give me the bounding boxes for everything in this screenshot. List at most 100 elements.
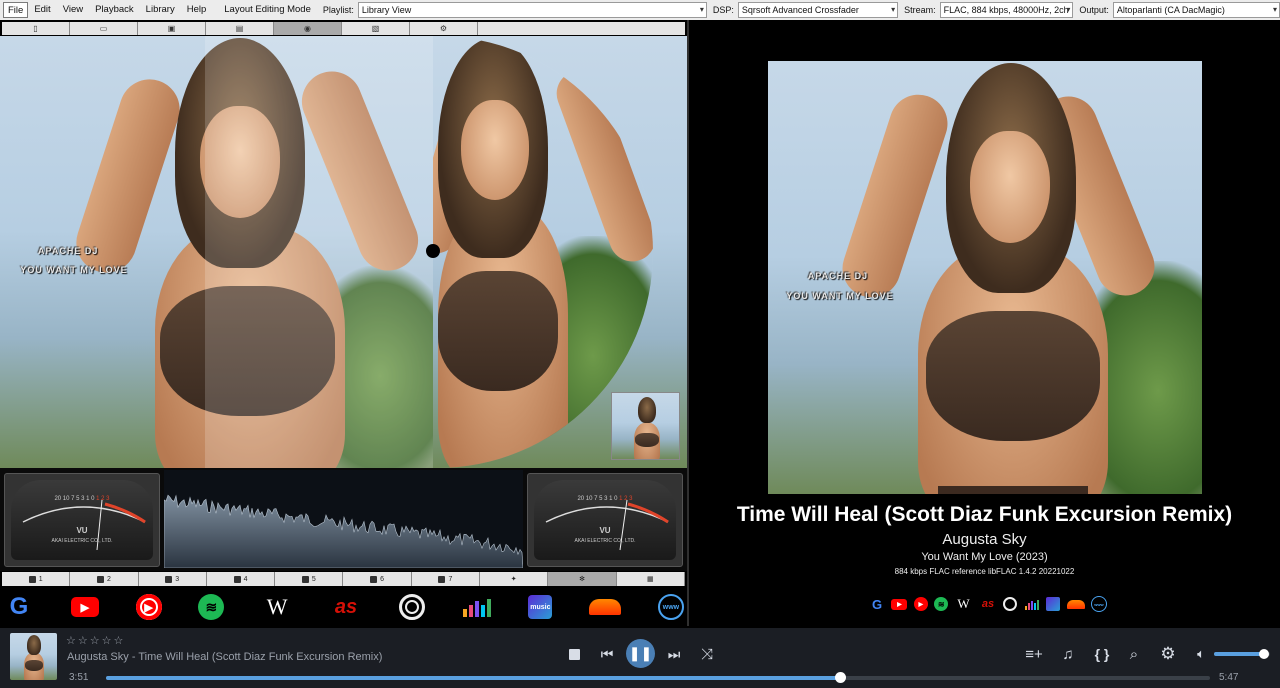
- artwork-panel: APACHE DJ YOU WANT MY LOVE: [0, 36, 687, 468]
- add-to-queue-button[interactable]: ≡+: [1023, 644, 1045, 664]
- deezer-bar: [1027, 602, 1030, 610]
- player-bar: ☆☆☆☆☆ Augusta Sky - Time Will Heal (Scot…: [0, 628, 1280, 688]
- watermark-line1: APACHE DJ: [38, 246, 99, 256]
- album-thumbnail[interactable]: [611, 392, 680, 460]
- tab-icon-7[interactable]: ⚙: [410, 22, 478, 35]
- playlist-tab-8[interactable]: ✦: [480, 572, 549, 586]
- art-watermark-line1: APACHE DJ: [807, 271, 869, 281]
- settings-button[interactable]: ⚙: [1158, 644, 1178, 664]
- snowflake-icon: ✻: [579, 576, 585, 583]
- menu-edit[interactable]: Edit: [28, 0, 56, 20]
- deezer-icon[interactable]: [1024, 599, 1040, 610]
- menu-playback[interactable]: Playback: [89, 0, 140, 20]
- soundcloud-icon[interactable]: [589, 599, 622, 615]
- stop-button[interactable]: [566, 646, 582, 662]
- calendar-icon: ▦: [647, 576, 654, 583]
- code-button[interactable]: { }: [1092, 644, 1112, 664]
- chevron-down-icon: ▾: [1272, 5, 1277, 14]
- volume-knob[interactable]: [1259, 649, 1270, 659]
- now-playing-text: Augusta Sky - Time Will Heal (Scott Diaz…: [67, 651, 383, 663]
- playlist-tab-label: 2: [106, 575, 111, 583]
- discogs-icon[interactable]: [1003, 597, 1018, 611]
- dsp-select[interactable]: Sqrsoft Advanced Crossfader ▾: [737, 2, 899, 18]
- now-playing-cover[interactable]: [10, 633, 57, 680]
- spotify-icon[interactable]: ≋: [934, 597, 949, 611]
- vu-scale-left: [22, 499, 146, 551]
- menu-view[interactable]: View: [57, 0, 89, 20]
- total-time: 5:47: [1219, 672, 1239, 683]
- deezer-bar: [1030, 600, 1033, 610]
- lastfm-icon[interactable]: as: [330, 594, 362, 620]
- youtube-icon[interactable]: ▶: [891, 598, 908, 610]
- tab-icon-1[interactable]: ▯: [2, 22, 70, 35]
- pause-button[interactable]: ❚❚: [626, 639, 655, 668]
- search-button[interactable]: ⌕: [1125, 644, 1143, 664]
- youtube-music-icon[interactable]: ▶: [135, 594, 162, 620]
- amazon-music-icon[interactable]: [1046, 597, 1061, 611]
- menu-file[interactable]: File: [3, 2, 29, 18]
- waveform-spectrum: [163, 470, 524, 569]
- rating-stars[interactable]: ☆☆☆☆☆: [66, 634, 125, 647]
- left-panel-tabs: ▯ ▭ ▣ ▤ ◉ ▧ ⚙: [2, 22, 685, 35]
- playlist-tab-6[interactable]: 6: [343, 572, 412, 586]
- wikipedia-icon[interactable]: W: [261, 594, 293, 620]
- playlist-select[interactable]: Library View ▾: [357, 2, 707, 18]
- tab-icon-4[interactable]: ▤: [206, 22, 274, 35]
- playlist-tab-1[interactable]: 1: [2, 572, 71, 586]
- youtube-icon[interactable]: ▶: [70, 597, 99, 617]
- stream-select[interactable]: FLAC, 884 kbps, 48000Hz, 2ch ▾: [939, 2, 1074, 18]
- wikipedia-icon[interactable]: W: [955, 596, 973, 611]
- spotify-icon[interactable]: ≋: [198, 594, 225, 620]
- playlist-icon: [233, 575, 241, 583]
- music-list-icon: ♫: [1062, 645, 1074, 663]
- playlist-tab-9[interactable]: ✻: [548, 572, 617, 586]
- layout-editing-mode[interactable]: Layout Editing Mode: [218, 0, 317, 20]
- shuffle-icon: ⤨: [700, 645, 713, 663]
- thumb-hair: [638, 397, 656, 423]
- deezer-bar: [486, 599, 491, 617]
- soundcloud-icon[interactable]: [1066, 599, 1085, 609]
- www-icon[interactable]: www: [1090, 596, 1107, 612]
- braces-icon: { }: [1094, 646, 1110, 662]
- playlist-button[interactable]: ♫: [1058, 644, 1078, 664]
- visualization-area: 20 10 7 5 3 1 0 1 2 3 VU AKAI ELECTRIC C…: [0, 468, 687, 571]
- google-icon[interactable]: G: [4, 592, 34, 622]
- track-tech-info: 884 kbps FLAC reference libFLAC 1.4.2 20…: [894, 567, 1075, 576]
- playlist-tab-10[interactable]: ▦: [616, 572, 685, 586]
- www-icon[interactable]: www: [657, 594, 684, 620]
- amazon-music-icon[interactable]: music: [528, 595, 553, 619]
- tab-icon-6[interactable]: ▧: [342, 22, 410, 35]
- youtube-music-icon[interactable]: ▶: [913, 597, 928, 611]
- deezer-bar: [462, 609, 467, 617]
- previous-button[interactable]: ⏮: [598, 644, 616, 664]
- menu-help[interactable]: Help: [181, 0, 213, 20]
- shuffle-button[interactable]: ⤨: [698, 644, 716, 664]
- tab-icon-5[interactable]: ◉: [274, 22, 342, 35]
- output-select[interactable]: Altoparlanti (CA DacMagic) ▾: [1112, 2, 1280, 18]
- lastfm-icon[interactable]: as: [979, 597, 997, 611]
- tab-icon-2[interactable]: ▭: [70, 22, 138, 35]
- stream-label: Stream:: [904, 5, 936, 15]
- volume-button[interactable]: 🔈︎: [1192, 644, 1210, 664]
- playlist-tab-2[interactable]: 2: [70, 572, 139, 586]
- playlist-tab-5[interactable]: 5: [275, 572, 344, 586]
- playlist-icon: [165, 575, 173, 583]
- seek-knob[interactable]: [835, 672, 847, 683]
- deezer-icon[interactable]: [462, 597, 492, 617]
- google-icon[interactable]: G: [869, 596, 885, 612]
- playlist-tab-7[interactable]: 7: [411, 572, 481, 586]
- menu-library[interactable]: Library: [140, 0, 181, 20]
- art-swim-top: [926, 311, 1100, 441]
- chevron-down-icon: ▾: [699, 5, 704, 14]
- playlist-tab-3[interactable]: 3: [138, 572, 207, 586]
- gear-icon: ⚙: [1160, 644, 1176, 663]
- volume-fill: [1214, 652, 1265, 656]
- next-button[interactable]: ⏭: [665, 644, 683, 664]
- art-face: [970, 131, 1050, 243]
- playlist-tab-4[interactable]: 4: [206, 572, 276, 586]
- discogs-icon[interactable]: [398, 594, 425, 620]
- volume-slider[interactable]: [1214, 649, 1270, 659]
- playlist-icon: [301, 575, 309, 583]
- seek-bar[interactable]: [106, 672, 1210, 683]
- tab-icon-3[interactable]: ▣: [138, 22, 206, 35]
